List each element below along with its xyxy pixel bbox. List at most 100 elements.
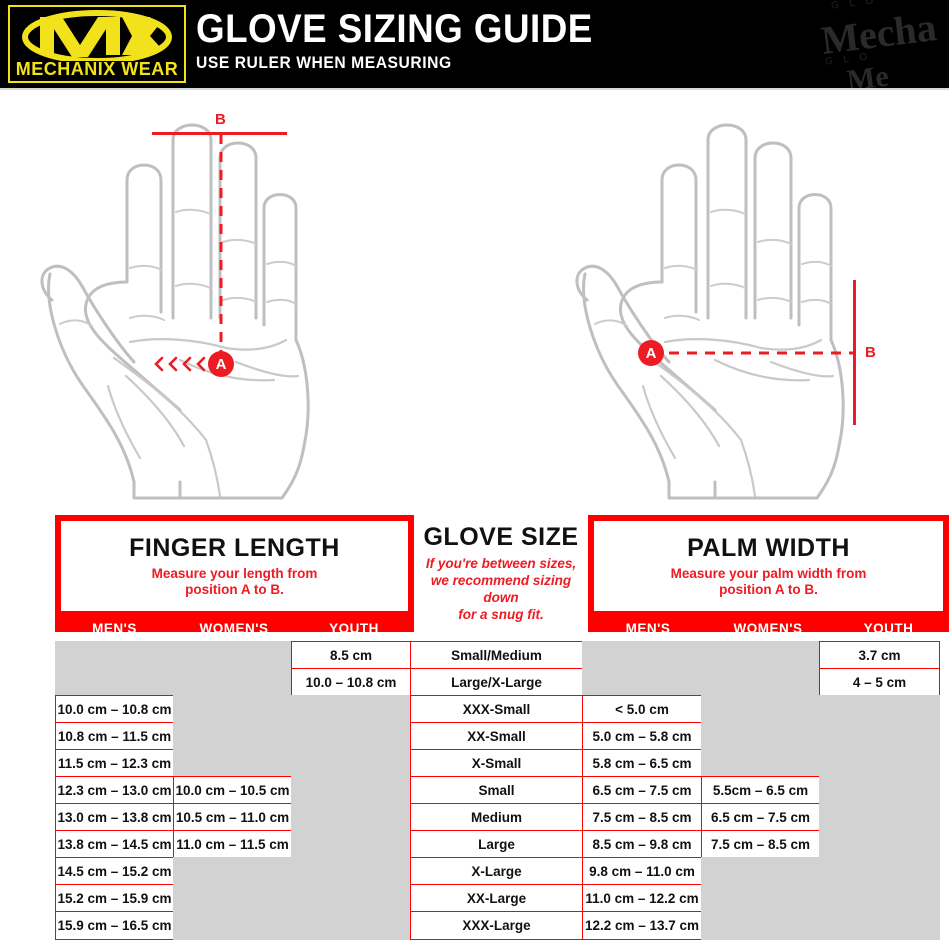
measurement-dashed-line bbox=[651, 351, 855, 355]
cell-glove-size: XXX-Small bbox=[409, 695, 584, 724]
palm-width-subtitle: Measure your palm width from position A … bbox=[671, 566, 867, 598]
logo-mark-icon: MECHANIX WEAR bbox=[10, 7, 184, 81]
cell-finger-womens: 10.5 cm – 11.0 cm bbox=[172, 803, 293, 832]
mechanix-wear-logo: MECHANIX WEAR bbox=[8, 5, 186, 83]
cell-palm-youth bbox=[819, 776, 940, 805]
cell-glove-size: XX-Large bbox=[409, 884, 584, 913]
glove-size-header-block: GLOVE SIZE If you're between sizes, we r… bbox=[414, 515, 588, 632]
palm-width-diagram: B A bbox=[565, 90, 949, 515]
cell-palm-youth bbox=[819, 911, 940, 940]
cell-palm-womens bbox=[700, 911, 821, 940]
cell-palm-mens: 11.0 cm – 12.2 cm bbox=[582, 884, 702, 913]
glove-size-title: GLOVE SIZE bbox=[423, 523, 579, 551]
cell-finger-womens bbox=[172, 911, 293, 940]
cell-finger-youth bbox=[291, 749, 411, 778]
cell-palm-womens bbox=[700, 722, 821, 751]
cell-palm-youth: 3.7 cm bbox=[819, 641, 940, 670]
cell-palm-womens: 5.5cm – 6.5 cm bbox=[700, 776, 821, 805]
cell-palm-youth bbox=[819, 857, 940, 886]
cell-finger-womens bbox=[172, 857, 293, 886]
cell-finger-womens bbox=[172, 749, 293, 778]
finger-length-diagram: B A bbox=[30, 90, 460, 515]
cell-finger-mens: 15.9 cm – 16.5 cm bbox=[55, 911, 174, 940]
cell-palm-mens: < 5.0 cm bbox=[582, 695, 702, 724]
cell-palm-mens: 5.8 cm – 6.5 cm bbox=[582, 749, 702, 778]
table-row: 13.8 cm – 14.5 cm 11.0 cm – 11.5 cm Large 8… bbox=[55, 830, 949, 859]
watermark-line-1: Me bbox=[835, 0, 886, 3]
glove-size-subtitle-line3: for a snug fit. bbox=[458, 607, 544, 622]
cell-glove-size: Small bbox=[409, 776, 584, 805]
cell-finger-youth bbox=[291, 830, 411, 859]
cell-finger-youth bbox=[291, 695, 411, 724]
palm-width-subtitle-line2: position A to B. bbox=[719, 581, 818, 597]
cell-glove-size: X-Small bbox=[409, 749, 584, 778]
cell-palm-womens bbox=[700, 668, 821, 697]
watermark-micro-1: G L O bbox=[830, 0, 878, 12]
finger-length-subtitle-line2: position A to B. bbox=[185, 581, 284, 597]
svg-text:MECHANIX WEAR: MECHANIX WEAR bbox=[16, 59, 179, 79]
watermark-line-3: Me bbox=[845, 59, 891, 88]
cell-palm-womens bbox=[700, 884, 821, 913]
cell-palm-youth bbox=[819, 722, 940, 751]
cell-glove-size: X-Large bbox=[409, 857, 584, 886]
marker-a: A bbox=[638, 340, 664, 366]
cell-finger-womens bbox=[172, 695, 293, 724]
cell-finger-mens: 13.8 cm – 14.5 cm bbox=[55, 830, 174, 859]
finger-length-header-block: FINGER LENGTH Measure your length from p… bbox=[55, 515, 414, 632]
marker-a: A bbox=[208, 351, 234, 377]
palm-width-subtitle-line1: Measure your palm width from bbox=[670, 565, 867, 581]
page-header: MECHANIX WEAR GLOVE SIZING GUIDE USE RUL… bbox=[0, 0, 949, 88]
cell-finger-womens bbox=[172, 641, 293, 670]
cell-glove-size: Large/X-Large bbox=[409, 668, 584, 697]
cell-glove-size: Large bbox=[409, 830, 584, 859]
table-row: 15.2 cm – 15.9 cm XX-Large 11.0 cm – 12.2 … bbox=[55, 884, 949, 913]
cell-finger-mens bbox=[55, 641, 174, 670]
cell-palm-mens: 9.8 cm – 11.0 cm bbox=[582, 857, 702, 886]
label-b: B bbox=[865, 344, 876, 361]
cell-finger-mens bbox=[55, 668, 174, 697]
sizing-table-body: 8.5 cm Small/Medium 3.7 cm 10.0 – 10.8 cm La… bbox=[55, 641, 949, 940]
glove-size-subtitle: If you're between sizes, we recommend si… bbox=[414, 555, 588, 623]
cell-finger-mens: 10.8 cm – 11.5 cm bbox=[55, 722, 174, 751]
glove-size-subtitle-line1: If you're between sizes, bbox=[425, 556, 577, 571]
cell-finger-womens: 11.0 cm – 11.5 cm bbox=[172, 830, 293, 859]
cell-finger-mens: 12.3 cm – 13.0 cm bbox=[55, 776, 174, 805]
table-row: 14.5 cm – 15.2 cm X-Large 9.8 cm – 11.0 cm bbox=[55, 857, 949, 886]
label-b: B bbox=[215, 111, 226, 128]
cell-palm-mens bbox=[582, 668, 702, 697]
cell-palm-womens bbox=[700, 695, 821, 724]
cell-glove-size: XX-Small bbox=[409, 722, 584, 751]
cell-palm-youth bbox=[819, 884, 940, 913]
cell-finger-youth bbox=[291, 803, 411, 832]
cell-finger-mens: 14.5 cm – 15.2 cm bbox=[55, 857, 174, 886]
table-row: 10.8 cm – 11.5 cm XX-Small 5.0 cm – 5.8 cm bbox=[55, 722, 949, 751]
column-header-finger-mens: MEN'S bbox=[92, 621, 137, 636]
table-row: 11.5 cm – 12.3 cm X-Small 5.8 cm – 6.5 cm bbox=[55, 749, 949, 778]
cell-finger-mens: 10.0 cm – 10.8 cm bbox=[55, 695, 174, 724]
glove-size-subtitle-line2: we recommend sizing down bbox=[430, 573, 572, 605]
page-title: GLOVE SIZING GUIDE bbox=[196, 7, 593, 51]
cell-finger-youth bbox=[291, 857, 411, 886]
cell-palm-youth bbox=[819, 695, 940, 724]
cell-palm-youth bbox=[819, 803, 940, 832]
finger-length-subtitle: Measure your length from position A to B… bbox=[152, 566, 318, 598]
cell-finger-mens: 13.0 cm – 13.8 cm bbox=[55, 803, 174, 832]
finger-length-title: FINGER LENGTH bbox=[129, 533, 340, 562]
cell-glove-size: XXX-Large bbox=[409, 911, 584, 940]
cell-glove-size: Small/Medium bbox=[409, 641, 584, 670]
cell-finger-youth bbox=[291, 884, 411, 913]
table-row: 10.0 – 10.8 cm Large/X-Large 4 – 5 cm bbox=[55, 668, 949, 697]
column-header-palm-youth: YOUTH bbox=[863, 621, 914, 636]
cell-palm-mens: 8.5 cm – 9.8 cm bbox=[582, 830, 702, 859]
column-header-finger-womens: WOMEN'S bbox=[199, 621, 269, 636]
cell-palm-mens: 6.5 cm – 7.5 cm bbox=[582, 776, 702, 805]
page-subtitle: USE RULER WHEN MEASURING bbox=[196, 53, 452, 72]
palm-width-title-card: PALM WIDTH Measure your palm width from … bbox=[594, 521, 943, 611]
table-row: 15.9 cm – 16.5 cm XXX-Large 12.2 cm – 13.7… bbox=[55, 911, 949, 940]
cell-palm-womens: 6.5 cm – 7.5 cm bbox=[700, 803, 821, 832]
cell-palm-womens bbox=[700, 857, 821, 886]
column-header-finger-youth: YOUTH bbox=[329, 621, 379, 636]
column-header-palm-mens: MEN'S bbox=[625, 621, 671, 636]
cell-palm-youth bbox=[819, 749, 940, 778]
cell-palm-mens bbox=[582, 641, 702, 670]
